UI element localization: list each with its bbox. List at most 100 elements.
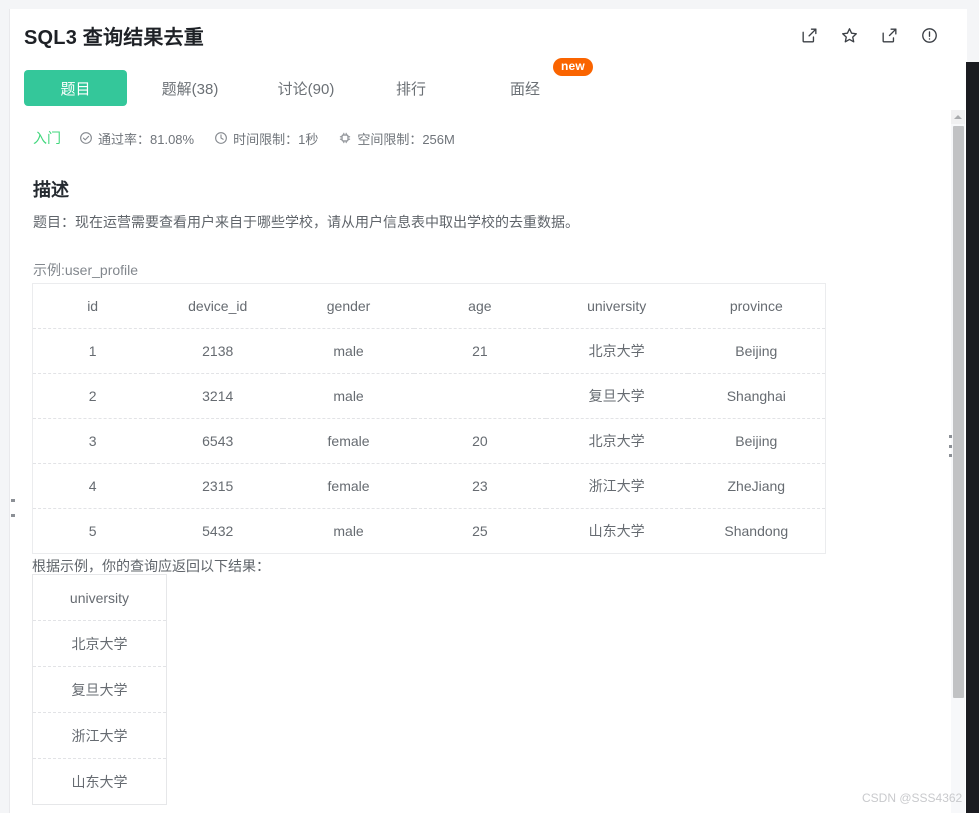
cell: female	[283, 463, 414, 509]
sample-data-table: id device_id gender age university provi…	[32, 283, 826, 554]
dot	[949, 454, 952, 457]
window-top-strip	[0, 0, 979, 9]
tab-label: 面经	[509, 80, 540, 98]
new-badge: new	[553, 58, 593, 77]
cell: Beijing	[687, 418, 826, 464]
table-header-row: university	[32, 574, 167, 621]
clock-icon	[214, 131, 228, 145]
scroll-up-button[interactable]	[951, 110, 965, 124]
cell: 北京大学	[545, 328, 688, 374]
cell: 浙江大学	[545, 463, 688, 509]
panel-resize-handle-right[interactable]	[948, 435, 953, 457]
cell: male	[283, 373, 414, 419]
check-circle-icon	[79, 131, 93, 145]
problem-meta: 入门 通过率：81.08% 时间限制：1秒 空间限制：256M	[33, 128, 475, 148]
tab-ranking[interactable]: 排行	[381, 70, 441, 106]
dot	[949, 444, 952, 448]
memory-chip-icon	[338, 131, 352, 145]
table-row: 2 3214 male 复旦大学 Shanghai	[32, 373, 826, 419]
cell: ZheJiang	[687, 463, 826, 509]
column-header: age	[413, 283, 546, 329]
edit-icon[interactable]	[800, 26, 819, 45]
table-row: 3 6543 female 20 北京大学 Beijing	[32, 418, 826, 464]
table-header-row: id device_id gender age university provi…	[32, 283, 826, 329]
cell: 6543	[152, 418, 284, 464]
problem-body: 入门 通过率：81.08% 时间限制：1秒 空间限制：256M 描述 题目：现在…	[10, 110, 967, 813]
share-external-icon[interactable]	[880, 26, 899, 45]
cell: 2138	[152, 328, 284, 374]
column-header: device_id	[152, 283, 284, 329]
cell: 山东大学	[588, 523, 645, 539]
cell: 5	[88, 523, 97, 539]
column-header: id	[32, 283, 153, 329]
page-title: SQL3 查询结果去重	[24, 27, 204, 49]
cell: 4	[32, 463, 153, 509]
cell: 1	[32, 328, 153, 374]
cell: female	[283, 418, 414, 464]
tab-solutions[interactable]: 题解(38)	[137, 70, 243, 106]
cell: 复旦大学	[545, 373, 688, 419]
cell: 北京大学	[545, 418, 688, 464]
problem-card: SQL3 查询结果去重 题目 题解(38) 讨论(90) 排行 面经 new 入…	[9, 9, 967, 813]
table-row: 浙江大学	[32, 712, 167, 759]
tab-label: 题目	[60, 80, 91, 98]
meta-pass-rate: 通过率：81.08%	[79, 129, 194, 148]
table-row: 北京大学	[32, 620, 167, 667]
cell: Shandong	[724, 523, 789, 539]
caret-up-icon	[954, 115, 962, 119]
cell: 2315	[152, 463, 284, 509]
dot	[10, 499, 15, 502]
dot	[949, 435, 952, 438]
cell: 23	[413, 463, 546, 509]
table-row: 复旦大学	[32, 666, 167, 713]
meta-text: 通过率：81.08%	[98, 131, 195, 147]
tab-label: 排行	[395, 80, 426, 98]
expected-result-label: 根据示例，你的查询应返回以下结果：	[32, 558, 270, 574]
cell: 2	[32, 373, 153, 419]
cell	[413, 373, 546, 419]
tab-label: 讨论(90)	[277, 80, 335, 98]
cell: 25	[472, 523, 488, 539]
meta-time-limit: 时间限制：1秒	[214, 129, 318, 148]
tab-discussion[interactable]: 讨论(90)	[253, 70, 359, 106]
cell: 山东大学	[71, 773, 128, 790]
meta-text: 时间限制：1秒	[233, 131, 319, 147]
dot	[10, 514, 15, 517]
cell: male	[333, 523, 364, 539]
vertical-scrollbar-thumb[interactable]	[953, 126, 964, 698]
cell: 20	[413, 418, 546, 464]
star-icon[interactable]	[840, 26, 859, 45]
tab-label: 题解(38)	[161, 80, 219, 98]
page-header: SQL3 查询结果去重	[10, 9, 967, 62]
cell: Shanghai	[687, 373, 826, 419]
description-text: 题目：现在运营需要查看用户来自于哪些学校，请从用户信息表中取出学校的去重数据。	[33, 214, 579, 230]
meta-space-limit: 空间限制：256M	[338, 129, 455, 148]
table-row: 4 2315 female 23 浙江大学 ZheJiang	[32, 463, 826, 509]
description-heading: 描述	[33, 180, 69, 200]
cell: male	[283, 328, 414, 374]
table-row: 山东大学	[33, 759, 167, 805]
table-row: 1 2138 male 21 北京大学 Beijing	[32, 328, 826, 374]
tab-bar: 题目 题解(38) 讨论(90) 排行 面经 new	[10, 58, 967, 110]
table-row: 5 5432 male 25 山东大学 Shandong	[33, 509, 826, 554]
tab-interview[interactable]: 面经 new	[495, 58, 593, 106]
header-actions	[800, 26, 939, 45]
info-circle-icon[interactable]	[920, 26, 939, 45]
cell: 3214	[152, 373, 284, 419]
cell: 复旦大学	[32, 666, 167, 713]
meta-text: 空间限制：256M	[357, 131, 455, 147]
app-root: SQL3 查询结果去重 题目 题解(38) 讨论(90) 排行 面经 new 入…	[0, 0, 979, 813]
difficulty-badge: 入门	[33, 130, 61, 146]
watermark-text: CSDN @SSS4362	[862, 791, 963, 805]
cell: Beijing	[687, 328, 826, 374]
panel-resize-handle-left[interactable]	[10, 499, 15, 517]
column-header: gender	[283, 283, 414, 329]
cell: 3	[32, 418, 153, 464]
column-header: province	[687, 283, 826, 329]
right-edge-strip	[966, 62, 979, 813]
column-header: university	[545, 283, 688, 329]
expected-result-table: university 北京大学 复旦大学 浙江大学 山东大学	[32, 574, 167, 805]
cell: 浙江大学	[32, 712, 167, 759]
example-table-label: 示例:user_profile	[33, 262, 139, 278]
tab-problem[interactable]: 题目	[24, 70, 127, 106]
